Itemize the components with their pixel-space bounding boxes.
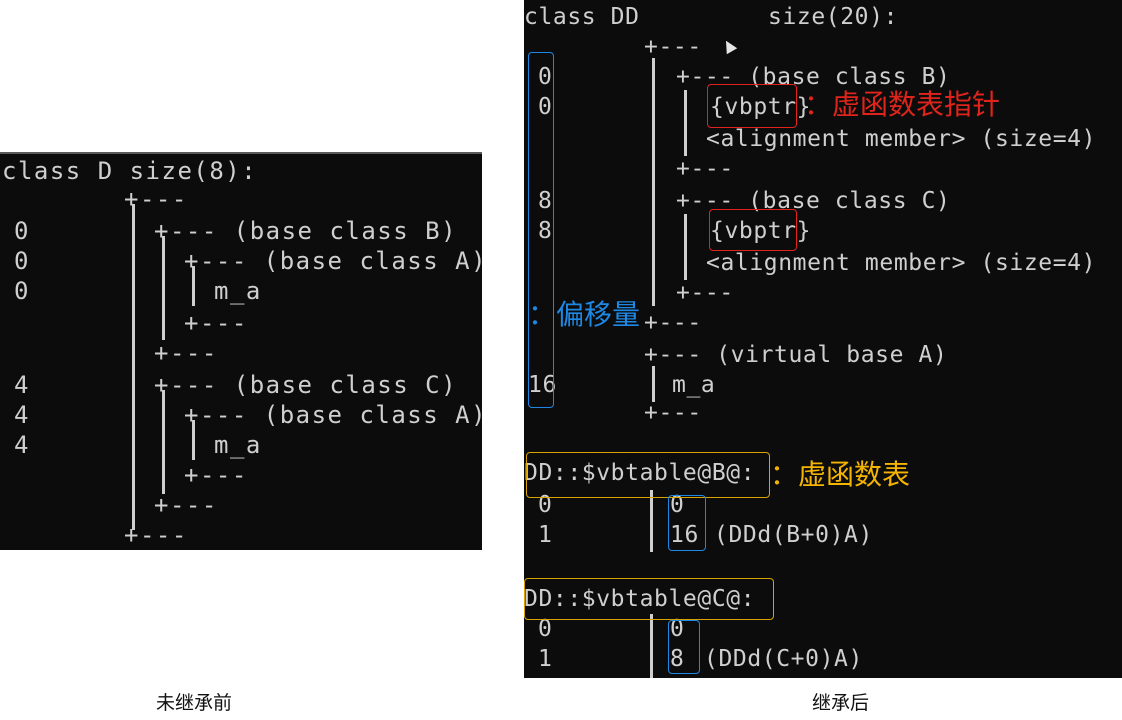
tree-line-b bbox=[684, 90, 687, 156]
base-class-a: +--- (base class A) bbox=[184, 247, 488, 275]
offset-annotation: ：偏移量 bbox=[528, 298, 641, 331]
vbtable-index: 1 bbox=[538, 646, 553, 672]
vbptr-c-highlight-box bbox=[709, 209, 797, 251]
tree-close: +--- bbox=[676, 156, 734, 182]
tree-bottom: +--- bbox=[644, 400, 702, 426]
offset: 4 bbox=[14, 431, 30, 459]
tree-line-virtual-a bbox=[652, 366, 655, 402]
tree-line-outer bbox=[132, 204, 135, 530]
alignment-member: <alignment member> (size=4) bbox=[706, 126, 1097, 152]
tree-line-c bbox=[162, 390, 165, 494]
offset-highlight-box bbox=[528, 52, 554, 408]
member-m-a: m_a bbox=[672, 372, 716, 398]
vbtable-note: (DDd(C+0)A) bbox=[704, 646, 863, 672]
vbtable-c-highlight-box bbox=[524, 578, 774, 620]
base-class-b: +--- (base class B) bbox=[154, 217, 458, 245]
vbtable-index: 1 bbox=[538, 522, 553, 548]
alignment-member: <alignment member> (size=4) bbox=[706, 250, 1097, 276]
vbtable-b-divider bbox=[650, 490, 653, 552]
tree-close: +--- bbox=[644, 310, 702, 336]
offset: 0 bbox=[14, 247, 30, 275]
class-header-size: size(20): bbox=[768, 4, 899, 30]
vbtable-c-divider bbox=[650, 614, 653, 678]
tree-top: +--- bbox=[124, 185, 188, 213]
vbtable-annotation: ：虚函数表 bbox=[770, 458, 911, 491]
caption-after: 继承后 bbox=[812, 692, 870, 714]
tree-close: +--- bbox=[154, 491, 218, 519]
tree-top: +--- bbox=[644, 34, 702, 60]
tree-close: +--- bbox=[184, 309, 248, 337]
vbptr-b-highlight-box bbox=[707, 84, 797, 128]
terminal-after-inheritance: class DD size(20): +--- 0 +--- (base cla… bbox=[524, 0, 1122, 678]
mouse-cursor-icon bbox=[720, 37, 738, 55]
class-header-name: class DD bbox=[524, 4, 640, 30]
base-class-a: +--- (base class A) bbox=[184, 401, 488, 429]
vbtable-b-highlight-box bbox=[526, 452, 770, 498]
caption-before: 未继承前 bbox=[156, 692, 233, 714]
vbptr-annotation: ：虚函数表指针 bbox=[804, 88, 1001, 121]
member-m-a: m_a bbox=[214, 277, 262, 305]
base-class-c: +--- (base class C) bbox=[154, 371, 458, 399]
offset: 4 bbox=[14, 401, 30, 429]
virtual-base-a: +--- (virtual base A) bbox=[644, 342, 948, 368]
tree-close: +--- bbox=[184, 461, 248, 489]
tree-bottom: +--- bbox=[124, 521, 188, 549]
member-m-a: m_a bbox=[214, 431, 262, 459]
offset: 0 bbox=[14, 217, 30, 245]
terminal-before-inheritance: class D size(8): +--- 0 +--- (base class… bbox=[0, 152, 486, 550]
offset: 0 bbox=[14, 277, 30, 305]
offset: 4 bbox=[14, 371, 30, 399]
tree-line-outer bbox=[652, 58, 655, 306]
tree-close: +--- bbox=[154, 339, 218, 367]
class-header: class D size(8): bbox=[2, 157, 258, 185]
vbtable-c-value-box bbox=[668, 620, 700, 674]
tree-line-b bbox=[162, 236, 165, 340]
vbtable-note: (DDd(B+0)A) bbox=[714, 522, 873, 548]
vbtable-b-value-box bbox=[668, 495, 706, 551]
tree-line-c bbox=[684, 214, 687, 280]
tree-close: +--- bbox=[676, 280, 734, 306]
